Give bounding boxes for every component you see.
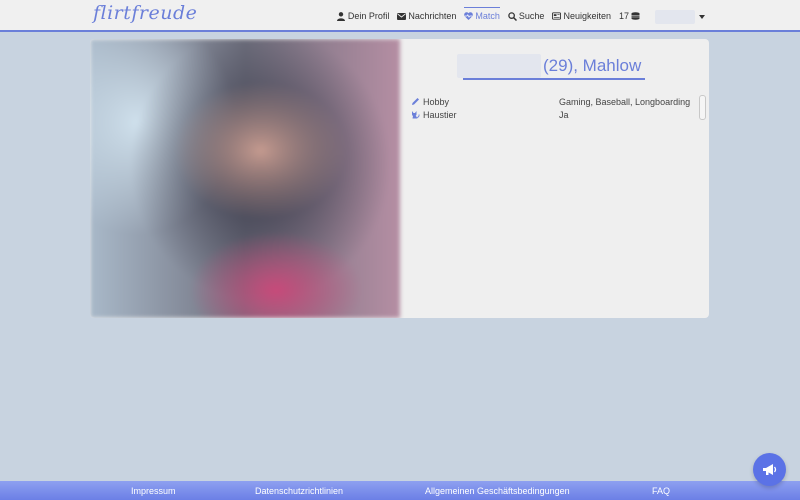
profile-photo[interactable] xyxy=(90,39,400,318)
footer-link-impressum[interactable]: Impressum xyxy=(131,486,176,496)
chevron-down-icon xyxy=(699,15,705,19)
user-menu-dropdown[interactable] xyxy=(655,10,705,24)
nav-match[interactable]: Match xyxy=(464,0,500,32)
attribute-label-text: Hobby xyxy=(423,96,450,107)
profile-card xyxy=(90,39,709,318)
nav-label: Match xyxy=(475,11,500,21)
attribute-label: Haustier xyxy=(411,110,559,120)
newspaper-icon xyxy=(552,12,562,21)
pencil-icon xyxy=(411,97,421,107)
coin-count: 17 xyxy=(618,11,629,21)
heading-underline xyxy=(463,78,645,80)
nav-suche[interactable]: Suche xyxy=(508,0,545,32)
user-icon xyxy=(337,11,346,21)
cat-icon xyxy=(411,110,421,120)
nav-dein-profil[interactable]: Dein Profil xyxy=(337,0,390,32)
footer-link-agb[interactable]: Allgemeinen Geschäftsbedingungen xyxy=(425,486,570,496)
footer-link-datenschutz[interactable]: Datenschutzrichtlinien xyxy=(255,486,343,496)
nav-nachrichten[interactable]: Nachrichten xyxy=(397,0,456,32)
search-icon xyxy=(508,11,517,21)
username-blurred xyxy=(655,10,695,24)
coin-balance[interactable]: 17 xyxy=(619,11,640,21)
attribute-row: Haustier Ja xyxy=(411,108,691,121)
megaphone-icon xyxy=(762,463,778,477)
nav-label: Nachrichten xyxy=(408,11,457,21)
attributes-scrollbar[interactable] xyxy=(699,95,706,120)
brand-logo[interactable]: flirtfreude xyxy=(93,2,197,24)
attribute-label-text: Haustier xyxy=(423,109,457,120)
feedback-button[interactable] xyxy=(753,453,786,486)
attribute-label: Hobby xyxy=(411,97,559,107)
attribute-value: Ja xyxy=(559,109,569,120)
profile-heading: (29), Mahlow xyxy=(457,53,641,79)
nav-label: Suche xyxy=(518,11,545,21)
profile-name-blurred xyxy=(457,54,541,78)
footer: Impressum Datenschutzrichtlinien Allgeme… xyxy=(0,481,800,500)
profile-attributes: Hobby Gaming, Baseball, Longboarding Hau… xyxy=(411,95,691,121)
nav-neuigkeiten[interactable]: Neuigkeiten xyxy=(552,0,611,32)
heart-pulse-icon xyxy=(464,12,474,21)
envelope-icon xyxy=(397,12,407,21)
top-navigation-bar: flirtfreude Dein Profil Nachrichten Matc… xyxy=(0,0,800,32)
attribute-row: Hobby Gaming, Baseball, Longboarding xyxy=(411,95,691,108)
coins-icon xyxy=(631,12,640,20)
nav-label: Dein Profil xyxy=(347,11,390,21)
main-nav: Dein Profil Nachrichten Match Suche Neui… xyxy=(329,0,640,32)
nav-label: Neuigkeiten xyxy=(563,11,611,21)
attribute-value: Gaming, Baseball, Longboarding xyxy=(559,96,691,107)
footer-link-faq[interactable]: FAQ xyxy=(652,486,670,496)
profile-age-location: (29), Mahlow xyxy=(543,56,642,75)
